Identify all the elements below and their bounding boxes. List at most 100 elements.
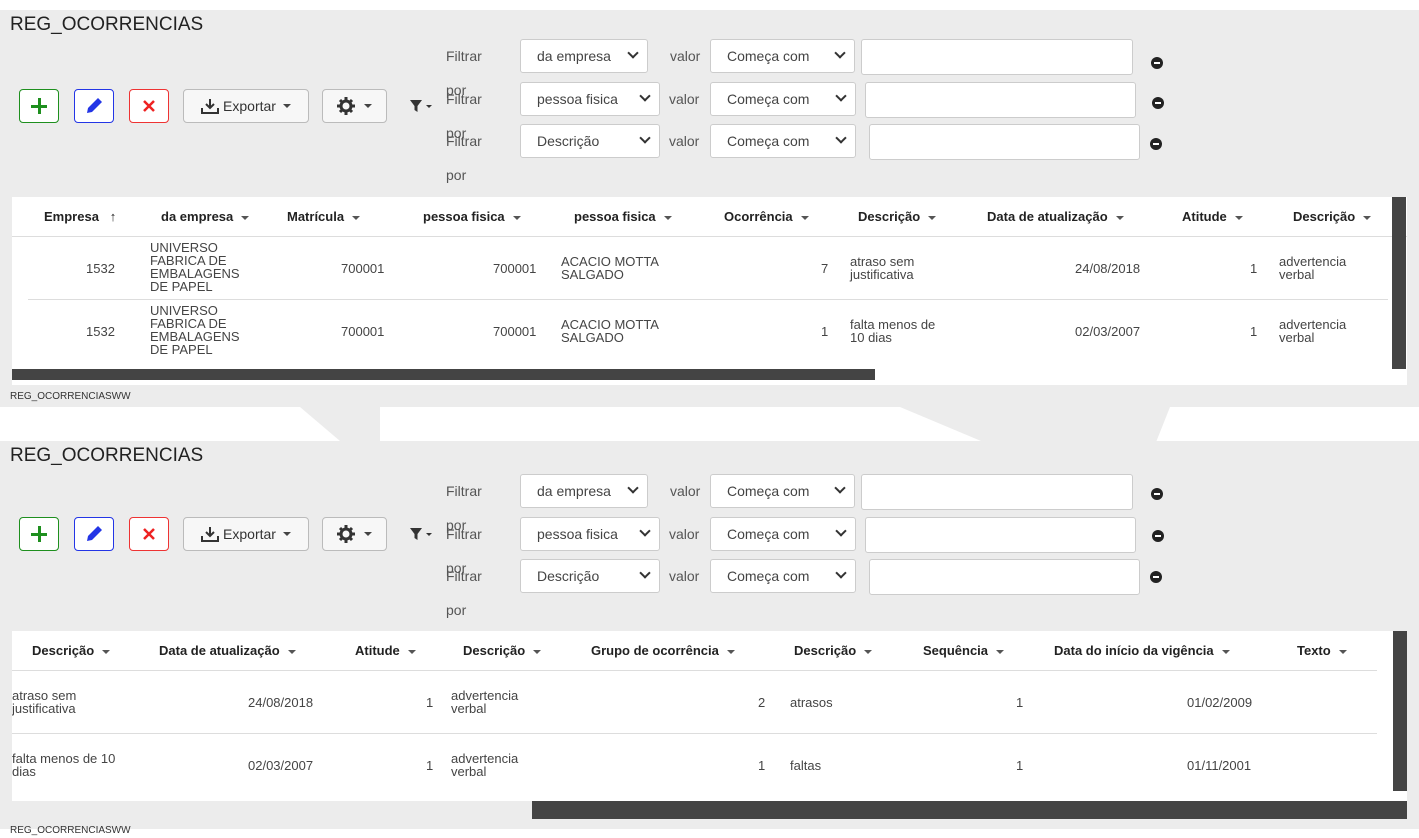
table-row[interactable]: 1532 UNIVERSO FABRICA DE EMBALAGENS DE P… [28, 301, 1388, 363]
filter-value-input[interactable] [869, 559, 1140, 595]
column-header-descricao-grupo[interactable]: Descrição [794, 631, 873, 671]
filter-field-select[interactable]: Descrição [520, 559, 660, 593]
filter-value-input[interactable] [861, 39, 1133, 75]
column-header-descricao-atitude[interactable]: Descrição [463, 631, 542, 671]
horizontal-scrollbar[interactable] [12, 369, 1407, 383]
filter-field-select[interactable]: pessoa fisica [520, 517, 660, 551]
horizontal-scrollbar-thumb[interactable] [12, 369, 875, 380]
chevron-down-icon [407, 649, 416, 654]
filter-field-select[interactable]: Descrição [520, 124, 660, 158]
table-row[interactable]: atraso sem justificativa 24/08/2018 1 ad… [12, 672, 1377, 734]
edit-button[interactable] [74, 89, 114, 123]
settings-button[interactable] [322, 89, 387, 123]
add-button[interactable] [19, 517, 59, 551]
chevron-down-icon [639, 567, 651, 579]
remove-filter-icon[interactable] [1152, 530, 1164, 542]
column-header-label: da empresa [161, 209, 234, 224]
remove-filter-icon[interactable] [1151, 488, 1163, 500]
filter-icon[interactable] [410, 99, 436, 113]
filter-value-input[interactable] [861, 474, 1133, 510]
column-header-matricula[interactable]: Matrícula [287, 197, 361, 237]
column-header-sequencia[interactable]: Sequência [923, 631, 1005, 671]
chevron-down-icon [834, 47, 846, 59]
cell-atitude: 1 [1250, 324, 1258, 339]
filter-value-label: valor [669, 568, 700, 584]
column-header-descricao[interactable]: Descrição [32, 631, 111, 671]
filter-operator-select[interactable]: Começa com [710, 82, 856, 116]
column-header-descricao[interactable]: Descrição [858, 197, 937, 237]
vertical-scrollbar[interactable] [1392, 197, 1406, 369]
filter-label: Filtrar por [446, 133, 482, 183]
chevron-down-icon [364, 532, 372, 536]
column-header-empresa[interactable]: Empresa ↑ [44, 197, 116, 237]
filter-operator-select[interactable]: Começa com [710, 124, 856, 158]
cell-pessoa-fisica: 700001 [493, 261, 537, 276]
edit-button[interactable] [74, 517, 114, 551]
filter-field-select[interactable]: da empresa [520, 39, 648, 73]
column-header-da-empresa[interactable]: da empresa [161, 197, 250, 237]
cell-sequencia: 1 [1016, 695, 1024, 710]
remove-filter-icon[interactable] [1151, 57, 1163, 69]
column-header-pessoa-fisica-nome[interactable]: pessoa fisica [574, 197, 672, 237]
remove-filter-icon[interactable] [1150, 138, 1162, 150]
filter-value-input[interactable] [869, 124, 1140, 160]
table-row[interactable]: falta menos de 10 dias 02/03/2007 1 adve… [12, 735, 1377, 797]
remove-filter-icon[interactable] [1150, 571, 1162, 583]
filter-label: Filtrar por [446, 48, 482, 98]
filter-value-label: valor [669, 526, 700, 542]
remove-filter-icon[interactable] [1152, 97, 1164, 109]
column-header-atitude[interactable]: Atitude [1182, 197, 1243, 237]
horizontal-scrollbar-thumb[interactable] [532, 801, 1407, 819]
filter-field-select[interactable]: pessoa fisica [520, 82, 660, 116]
close-icon [143, 100, 155, 112]
cell-ocorrencia: 1 [821, 324, 829, 339]
export-button[interactable]: Exportar [183, 517, 309, 551]
grid-footer-label: REG_OCORRENCIASWW [10, 391, 131, 402]
chevron-down-icon [663, 215, 672, 220]
chevron-down-icon [1221, 649, 1230, 654]
settings-button[interactable] [322, 517, 387, 551]
filter-label: Filtrar por [446, 91, 482, 141]
chevron-down-icon [627, 482, 639, 494]
filter-value-input[interactable] [865, 517, 1136, 553]
delete-button[interactable] [129, 517, 169, 551]
chevron-down-icon [996, 649, 1005, 654]
add-button[interactable] [19, 89, 59, 123]
column-header-atitude[interactable]: Atitude [355, 631, 416, 671]
gear-icon [337, 525, 355, 543]
column-header-label: Descrição [463, 643, 526, 658]
filter-operator-select[interactable]: Começa com [710, 474, 855, 508]
column-header-texto[interactable]: Texto [1297, 631, 1347, 671]
filter-field-value: Descrição [537, 568, 600, 584]
chevron-down-icon [352, 215, 361, 220]
column-header-descricao-atitude[interactable]: Descrição [1293, 197, 1372, 237]
cell-descricao: atraso sem justificativa [850, 254, 915, 282]
filter-field-select[interactable]: da empresa [520, 474, 648, 508]
chevron-down-icon [241, 215, 250, 220]
delete-button[interactable] [129, 89, 169, 123]
chevron-down-icon [639, 132, 651, 144]
column-header-data-atualizacao[interactable]: Data de atualização [159, 631, 296, 671]
filter-value-label: valor [670, 483, 701, 499]
chevron-down-icon [639, 90, 651, 102]
cell-descricao: atraso sem justificativa [12, 688, 77, 716]
vertical-scrollbar[interactable] [1393, 631, 1407, 791]
column-header-data-atualizacao[interactable]: Data de atualização [987, 197, 1124, 237]
column-header-grupo-ocorrencia[interactable]: Grupo de ocorrência [591, 631, 735, 671]
horizontal-scrollbar[interactable] [12, 801, 1407, 819]
filter-value-input[interactable] [865, 82, 1136, 118]
column-header-label: Descrição [1293, 209, 1356, 224]
chevron-down-icon [364, 104, 372, 108]
column-header-ocorrencia[interactable]: Ocorrência [724, 197, 809, 237]
filter-operator-select[interactable]: Começa com [710, 39, 855, 73]
table-row[interactable]: 1532 UNIVERSO FABRICA DE EMBALAGENS DE P… [28, 238, 1388, 300]
filter-icon[interactable] [410, 527, 436, 541]
export-label: Exportar [223, 98, 276, 114]
cell-descricao-grupo: atrasos [790, 695, 833, 710]
export-button[interactable]: Exportar [183, 89, 309, 123]
filter-operator-select[interactable]: Começa com [710, 517, 856, 551]
filter-operator-select[interactable]: Começa com [710, 559, 856, 593]
column-header-label: Ocorrência [724, 209, 793, 224]
column-header-data-inicio-vigencia[interactable]: Data do início da vigência [1054, 631, 1230, 671]
column-header-pessoa-fisica[interactable]: pessoa fisica [423, 197, 521, 237]
